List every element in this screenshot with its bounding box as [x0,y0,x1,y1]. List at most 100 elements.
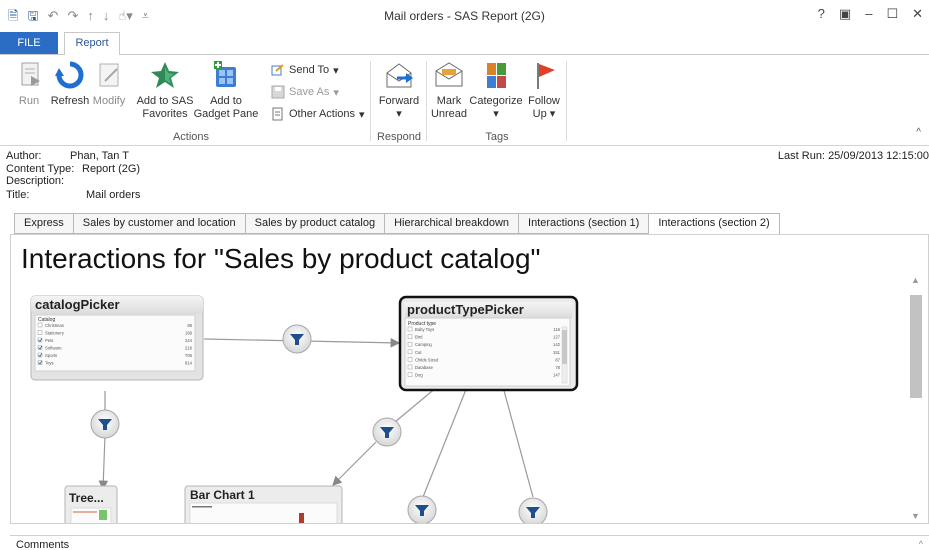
save-as-button[interactable]: Save As ▾ [271,85,339,99]
catalog-checkbox [37,330,43,335]
help-icon[interactable]: ? [818,6,825,22]
expand-comments-icon[interactable]: ^ [919,539,923,549]
categorize-button[interactable]: Categorize ▾ [467,59,525,121]
tab-express[interactable]: Express [14,213,74,234]
catalog-item-name: Software [45,346,62,351]
report-metadata: Author: Phan, Tan T Content Type: Report (… [6,150,140,201]
mark-unread-icon [435,62,463,87]
product-type-checkbox [407,326,413,332]
filter-funnel-icon[interactable] [407,495,437,524]
catalog-item-name: Stationery [45,331,65,336]
forward-button[interactable]: Forward ▾ [376,59,422,121]
scroll-up-icon[interactable]: ▲ [911,275,920,285]
minimize-icon[interactable]: – [865,6,872,22]
product-type-checkbox [407,349,413,355]
tab-interactions-section-1[interactable]: Interactions (section 1) [519,213,650,234]
page-heading: Interactions for "Sales by product catal… [21,243,541,274]
product-type-item-count: 151 [553,350,561,355]
product-type-item-name: Childs Sized [415,357,439,362]
title-bar: 🗎 🖫 ↶ ↷ ↑ ↓ ☝▾ ⩡ Mail orders - SAS Repor… [0,0,929,32]
bar-chart-bar [299,513,304,523]
product-type-item-count: 147 [553,373,561,378]
product-type-checkbox [407,364,413,370]
add-to-gadget-pane-button[interactable]: Add to Gadget Pane [193,59,259,121]
filter-funnel-icon[interactable] [372,417,402,447]
catalog-item-count: 706 [185,353,193,358]
product-type-item-count: 87 [555,357,560,362]
author-label: Author: [6,150,42,162]
product-type-item-count: 142 [553,342,561,347]
catalog-item-count: 814 [185,361,193,366]
window-title: Mail orders - SAS Report (2G) [384,9,545,23]
tab-interactions-section-2[interactable]: Interactions (section 2) [649,213,780,235]
catalog-picker-title: catalogPicker [35,297,120,312]
scroll-down-icon[interactable]: ▼ [911,511,920,521]
tab-file[interactable]: FILE [0,32,58,54]
bar-chart-node[interactable]: Bar Chart 1 [184,485,343,524]
maximize-icon[interactable]: ☐ [886,6,898,22]
close-icon[interactable]: ✕ [912,6,923,22]
catalog-checkbox [37,322,43,328]
run-icon [21,62,40,86]
ribbon: Run Refresh Modify Add to SAS Favorites [0,54,929,146]
ribbon-separator [370,61,371,141]
last-run-value: 25/09/2013 12:15:00 [828,150,929,162]
product-type-item-name: Dog [415,373,423,378]
interactions-diagram: catalogPicker Catalog Christmas 88Station… [30,295,579,524]
content-type-value: Report (2G) [82,162,141,175]
tab-hierarchical-breakdown[interactable]: Hierarchical breakdown [385,213,520,234]
title-label: Title: [6,188,30,201]
ribbon-separator [566,61,567,141]
catalog-item-count: 224 [185,338,193,343]
comments-panel[interactable]: Comments ^ [10,535,929,550]
catalog-picker-node[interactable]: catalogPicker Catalog Christmas 88Station… [30,295,204,381]
product-type-item-count: 78 [555,365,560,370]
mark-unread-button[interactable]: Mark Unread [430,59,468,121]
catalog-item-count: 218 [185,346,193,351]
modify-button[interactable]: Modify [90,59,128,108]
follow-up-button[interactable]: Follow Up ▾ [524,59,564,121]
tab-sales-by-product-catalog[interactable]: Sales by product catalog [245,213,386,234]
product-type-picker-title: productTypePicker [407,302,524,317]
product-type-picker-node[interactable]: productTypePicker Product type Baby Toys… [398,295,579,392]
send-to-button[interactable]: Send To ▾ [271,63,339,77]
respond-group-label: Respond [376,131,422,143]
last-run: Last Run: 25/09/2013 12:15:00 [778,150,929,162]
bar-chart-node-title: Bar Chart 1 [190,488,255,502]
product-type-item-name: Cat [415,350,422,355]
tree-node[interactable]: Tree... [64,485,118,524]
comments-label: Comments [16,539,70,550]
modify-icon [99,63,119,87]
filter-funnel-icon[interactable] [90,409,120,439]
ribbon-display-icon[interactable]: ▣ [839,6,851,22]
product-type-checkbox [407,372,413,377]
catalog-item-count: 88 [187,323,192,328]
last-run-label: Last Run: [777,150,825,162]
categorize-icon [487,63,506,88]
filter-funnel-icon[interactable] [282,324,312,354]
product-type-item-name: Database [415,365,434,370]
content-type-label: Content Type: [6,162,75,175]
catalog-item-name: Toys [45,361,54,366]
flag-icon [537,63,555,89]
title-value: Mail orders [86,188,141,201]
refresh-button[interactable]: Refresh [48,59,92,108]
product-type-item-name: Bird [415,335,423,340]
catalog-item-name: Christmas [45,323,64,328]
add-to-sas-favorites-button[interactable]: Add to SAS Favorites [134,59,196,121]
product-type-item-count: 127 [553,335,561,340]
collapse-ribbon-icon[interactable]: ^ [916,127,921,138]
product-type-item-count: 116 [553,327,560,332]
tab-sales-by-customer-and-location[interactable]: Sales by customer and location [73,213,246,234]
tab-report[interactable]: Report [64,32,120,55]
report-content: catalogPicker Catalog Christmas 88 Station… [10,234,929,524]
vertical-scrollbar[interactable]: ▲ ▼ [904,275,928,523]
other-actions-button[interactable]: Other Actions ▾ [271,107,365,121]
ribbon-separator [426,61,427,141]
scrollbar-thumb[interactable] [910,295,922,398]
product-type-item-name: Camping [415,342,432,347]
filter-funnel-icon[interactable] [518,497,548,524]
other-actions-icon [272,107,283,121]
product-type-checkbox [407,341,413,347]
run-button[interactable]: Run [14,59,44,108]
